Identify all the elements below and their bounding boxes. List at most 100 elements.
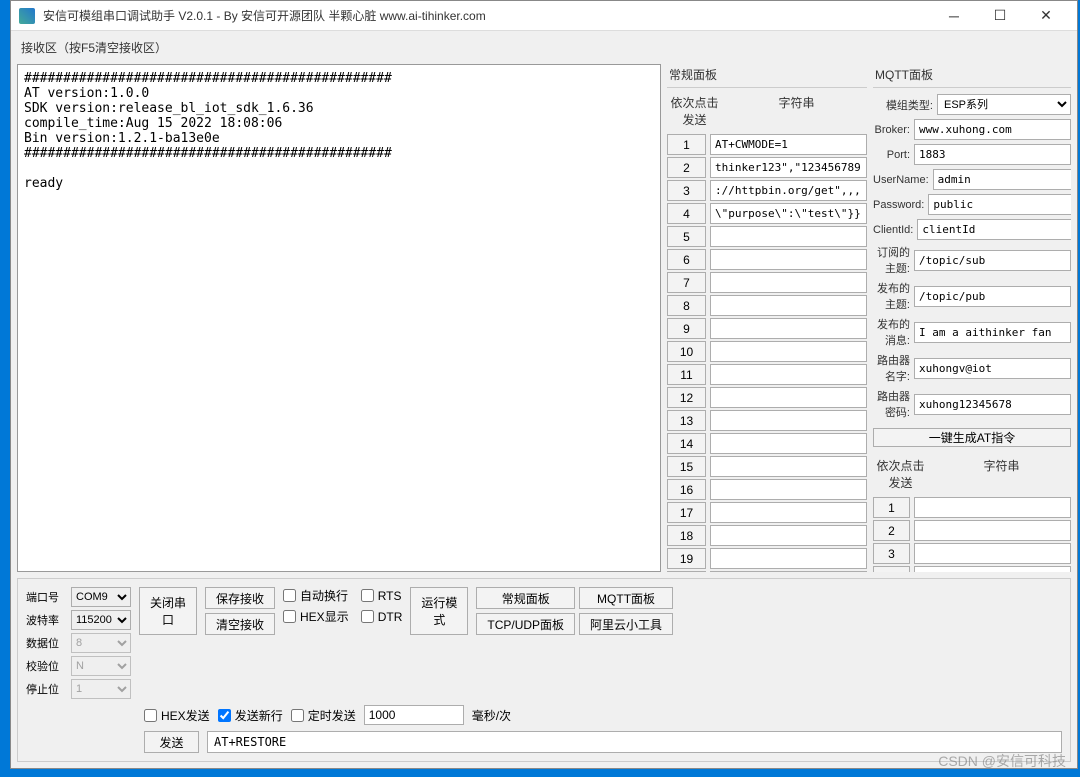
regular-string-input-18[interactable] xyxy=(710,525,867,546)
regular-send-button-9[interactable]: 9 xyxy=(667,318,706,339)
close-port-button[interactable]: 关闭串口 xyxy=(139,587,197,635)
save-recv-button[interactable]: 保存接收 xyxy=(205,587,275,609)
port-label: Port: xyxy=(873,149,910,161)
regular-send-button-17[interactable]: 17 xyxy=(667,502,706,523)
run-mode-button[interactable]: 运行模式 xyxy=(410,587,468,635)
mqtt-send-button-4[interactable]: 4 xyxy=(873,566,910,572)
dtr-check[interactable]: DTR xyxy=(361,610,403,624)
regular-string-input-17[interactable] xyxy=(710,502,867,523)
regular-send-button-12[interactable]: 12 xyxy=(667,387,706,408)
regular-string-input-16[interactable] xyxy=(710,479,867,500)
regular-send-button-6[interactable]: 6 xyxy=(667,249,706,270)
hex-show-check[interactable]: HEX显示 xyxy=(283,608,349,625)
databits-select[interactable]: 8 xyxy=(71,633,131,653)
tab-aliyun[interactable]: 阿里云小工具 xyxy=(579,613,673,635)
regular-string-input-10[interactable] xyxy=(710,341,867,362)
regular-send-button-7[interactable]: 7 xyxy=(667,272,706,293)
regular-send-button-15[interactable]: 15 xyxy=(667,456,706,477)
list-item: 14 xyxy=(667,433,867,454)
msg-input[interactable] xyxy=(914,322,1071,343)
router-pwd-input[interactable] xyxy=(914,394,1071,415)
timed-send-check[interactable]: 定时发送 xyxy=(291,707,356,724)
module-type-select[interactable]: ESP系列 xyxy=(937,94,1071,115)
regular-string-input-1[interactable] xyxy=(710,134,867,155)
router-name-label: 路由器名字: xyxy=(873,352,910,384)
regular-send-button-13[interactable]: 13 xyxy=(667,410,706,431)
regular-send-button-14[interactable]: 14 xyxy=(667,433,706,454)
router-name-input[interactable] xyxy=(914,358,1071,379)
tab-regular[interactable]: 常规面板 xyxy=(476,587,575,609)
regular-string-input-20[interactable] xyxy=(710,571,867,572)
regular-send-button-8[interactable]: 8 xyxy=(667,295,706,316)
regular-send-button-1[interactable]: 1 xyxy=(667,134,706,155)
mqtt-string-input-2[interactable] xyxy=(914,520,1071,541)
rts-check[interactable]: RTS xyxy=(361,589,403,603)
regular-send-button-4[interactable]: 4 xyxy=(667,203,706,224)
tab-tcp[interactable]: TCP/UDP面板 xyxy=(476,613,575,635)
regular-send-button-10[interactable]: 10 xyxy=(667,341,706,362)
regular-string-input-5[interactable] xyxy=(710,226,867,247)
regular-send-button-18[interactable]: 18 xyxy=(667,525,706,546)
regular-send-button-2[interactable]: 2 xyxy=(667,157,706,178)
regular-string-input-6[interactable] xyxy=(710,249,867,270)
mqtt-string-input-4[interactable] xyxy=(914,566,1071,572)
broker-input[interactable] xyxy=(914,119,1071,140)
recv-textarea[interactable]: ########################################… xyxy=(17,64,661,572)
regular-string-input-11[interactable] xyxy=(710,364,867,385)
list-item: 5 xyxy=(667,226,867,247)
pub-input[interactable] xyxy=(914,286,1071,307)
auto-wrap-check[interactable]: 自动换行 xyxy=(283,587,349,604)
regular-string-input-4[interactable] xyxy=(710,203,867,224)
regular-string-input-14[interactable] xyxy=(710,433,867,454)
list-item: 19 xyxy=(667,548,867,569)
port-input[interactable] xyxy=(914,144,1071,165)
mqtt-string-input-1[interactable] xyxy=(914,497,1071,518)
regular-string-input-15[interactable] xyxy=(710,456,867,477)
username-input[interactable] xyxy=(933,169,1071,190)
tab-mqtt[interactable]: MQTT面板 xyxy=(579,587,673,609)
mqtt-send-button-3[interactable]: 3 xyxy=(873,543,910,564)
password-input[interactable] xyxy=(928,194,1071,215)
regular-string-input-3[interactable] xyxy=(710,180,867,201)
pub-label: 发布的主题: xyxy=(873,280,910,312)
port-select[interactable]: COM9 xyxy=(71,587,131,607)
regular-send-button-19[interactable]: 19 xyxy=(667,548,706,569)
mqtt-send-button-2[interactable]: 2 xyxy=(873,520,910,541)
generate-at-button[interactable]: 一键生成AT指令 xyxy=(873,428,1071,447)
send-button[interactable]: 发送 xyxy=(144,731,199,753)
baud-select[interactable]: 115200 xyxy=(71,610,131,630)
mqtt-string-input-3[interactable] xyxy=(914,543,1071,564)
regular-string-input-12[interactable] xyxy=(710,387,867,408)
regular-string-input-8[interactable] xyxy=(710,295,867,316)
list-item: 6 xyxy=(667,249,867,270)
send-newline-check[interactable]: 发送新行 xyxy=(218,707,283,724)
regular-string-input-13[interactable] xyxy=(710,410,867,431)
window-controls: ─ ☐ ✕ xyxy=(931,2,1069,30)
hex-send-check[interactable]: HEX发送 xyxy=(144,707,210,724)
databits-label: 数据位 xyxy=(26,635,68,651)
regular-string-input-9[interactable] xyxy=(710,318,867,339)
mqtt-rows-header: 依次点击发送 字符串 xyxy=(873,457,1071,495)
minimize-button[interactable]: ─ xyxy=(931,2,977,30)
regular-send-button-11[interactable]: 11 xyxy=(667,364,706,385)
stopbits-label: 停止位 xyxy=(26,681,68,697)
regular-send-button-5[interactable]: 5 xyxy=(667,226,706,247)
regular-string-input-19[interactable] xyxy=(710,548,867,569)
send-input[interactable] xyxy=(207,731,1062,753)
clientid-input[interactable] xyxy=(917,219,1071,240)
regular-send-button-3[interactable]: 3 xyxy=(667,180,706,201)
regular-string-input-2[interactable] xyxy=(710,157,867,178)
interval-input[interactable] xyxy=(364,705,464,725)
clear-recv-button[interactable]: 清空接收 xyxy=(205,613,275,635)
regular-send-button-16[interactable]: 16 xyxy=(667,479,706,500)
regular-string-input-7[interactable] xyxy=(710,272,867,293)
mqtt-send-button-1[interactable]: 1 xyxy=(873,497,910,518)
close-button[interactable]: ✕ xyxy=(1023,2,1069,30)
maximize-button[interactable]: ☐ xyxy=(977,2,1023,30)
titlebar: 安信可模组串口调试助手 V2.0.1 - By 安信可开源团队 半颗心脏 www… xyxy=(11,1,1077,31)
parity-select[interactable]: N xyxy=(71,656,131,676)
stopbits-select[interactable]: 1 xyxy=(71,679,131,699)
sub-input[interactable] xyxy=(914,250,1071,271)
mqtt-col2: 字符串 xyxy=(932,457,1071,491)
regular-send-button-20[interactable]: 20 xyxy=(667,571,706,572)
